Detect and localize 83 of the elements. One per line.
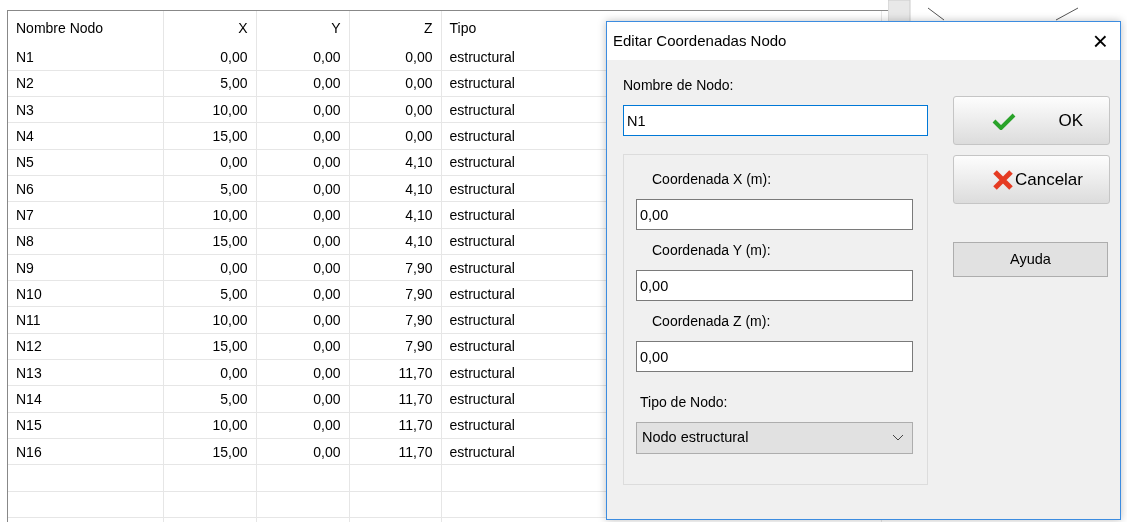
- close-button[interactable]: ×: [1086, 28, 1114, 54]
- table-cell: 0,00: [256, 228, 349, 255]
- table-cell: 0,00: [256, 306, 349, 334]
- table-cell: 0,00: [256, 201, 349, 229]
- table-cell: 10,00: [163, 306, 256, 334]
- table-cell: N7: [8, 201, 163, 229]
- table-cell: 0,00: [256, 122, 349, 150]
- table-cell: 10,00: [163, 412, 256, 439]
- field-label: Nombre de Nodo:: [623, 76, 735, 95]
- table-cell: 0,00: [163, 44, 256, 71]
- table-cell: N13: [8, 359, 163, 386]
- table-cell: 0,00: [256, 175, 349, 202]
- table-cell: 4,10: [349, 201, 441, 229]
- name-input[interactable]: N1: [623, 105, 928, 136]
- cross-icon: [992, 168, 1014, 191]
- table-cell: 11,70: [349, 438, 441, 465]
- table-cell: 0,00: [256, 359, 349, 386]
- table-cell: N4: [8, 122, 163, 150]
- table-cell: N14: [8, 385, 163, 413]
- table-cell: 0,00: [256, 280, 349, 307]
- table-cell: 15,00: [163, 438, 256, 465]
- table-cell: N10: [8, 280, 163, 307]
- table-cell: 11,70: [349, 385, 441, 413]
- coordinate-input[interactable]: 0,00: [636, 199, 913, 230]
- cancel-button[interactable]: Cancelar: [953, 155, 1110, 204]
- table-cell: N9: [8, 254, 163, 281]
- table-cell: 5,00: [163, 385, 256, 413]
- table-cell: 10,00: [163, 201, 256, 229]
- table-cell: 0,00: [349, 122, 441, 150]
- table-cell: 7,90: [349, 306, 441, 334]
- table-cell: 10,00: [163, 96, 256, 123]
- table-cell: 0,00: [256, 254, 349, 281]
- table-cell: 15,00: [163, 333, 256, 360]
- table-cell: 7,90: [349, 333, 441, 360]
- table-cell: N2: [8, 70, 163, 97]
- table-cell: 0,00: [256, 70, 349, 97]
- column-header[interactable]: Z: [349, 11, 441, 44]
- table-cell: 0,00: [349, 44, 441, 71]
- table-cell: 0,00: [256, 333, 349, 360]
- table-cell: 4,10: [349, 228, 441, 255]
- table-cell: 0,00: [256, 96, 349, 123]
- coordinate-input[interactable]: 0,00: [636, 341, 913, 372]
- table-cell: 0,00: [163, 254, 256, 281]
- table-cell: N5: [8, 149, 163, 176]
- checkmark-icon: [992, 111, 1016, 130]
- help-button[interactable]: Ayuda: [953, 242, 1108, 277]
- table-cell: N12: [8, 333, 163, 360]
- table-cell: 7,90: [349, 280, 441, 307]
- table-cell: N11: [8, 306, 163, 334]
- table-cell: 15,00: [163, 122, 256, 150]
- table-cell: 0,00: [256, 438, 349, 465]
- table-cell: 0,00: [349, 96, 441, 123]
- table-cell: 11,70: [349, 412, 441, 439]
- table-cell: 0,00: [256, 385, 349, 413]
- column-header[interactable]: X: [163, 11, 256, 44]
- field-label: Tipo de Nodo:: [639, 393, 729, 412]
- table-cell: 0,00: [349, 70, 441, 97]
- table-cell: N8: [8, 228, 163, 255]
- table-cell: 0,00: [256, 149, 349, 176]
- column-header[interactable]: Nombre Nodo: [8, 11, 163, 44]
- table-cell: 5,00: [163, 280, 256, 307]
- table-cell: 7,90: [349, 254, 441, 281]
- table-cell: 5,00: [163, 70, 256, 97]
- table-cell: N16: [8, 438, 163, 465]
- table-cell: 0,00: [163, 359, 256, 386]
- table-cell: N3: [8, 96, 163, 123]
- table-cell: 15,00: [163, 228, 256, 255]
- table-cell: 0,00: [256, 412, 349, 439]
- chevron-down-icon: [892, 434, 904, 442]
- table-cell: 4,10: [349, 175, 441, 202]
- table-cell: 11,70: [349, 359, 441, 386]
- coordinate-input[interactable]: 0,00: [636, 270, 913, 301]
- field-label: Coordenada Z (m):: [651, 312, 772, 331]
- table-cell: 5,00: [163, 175, 256, 202]
- table-cell: N6: [8, 175, 163, 202]
- ok-button[interactable]: OK: [953, 96, 1110, 145]
- table-cell: 0,00: [163, 149, 256, 176]
- node-type-dropdown[interactable]: Nodo estructural: [636, 422, 913, 454]
- column-header[interactable]: Y: [256, 11, 349, 44]
- table-cell: 0,00: [256, 44, 349, 71]
- table-cell: 4,10: [349, 149, 441, 176]
- table-cell: N1: [8, 44, 163, 71]
- table-cell: N15: [8, 412, 163, 439]
